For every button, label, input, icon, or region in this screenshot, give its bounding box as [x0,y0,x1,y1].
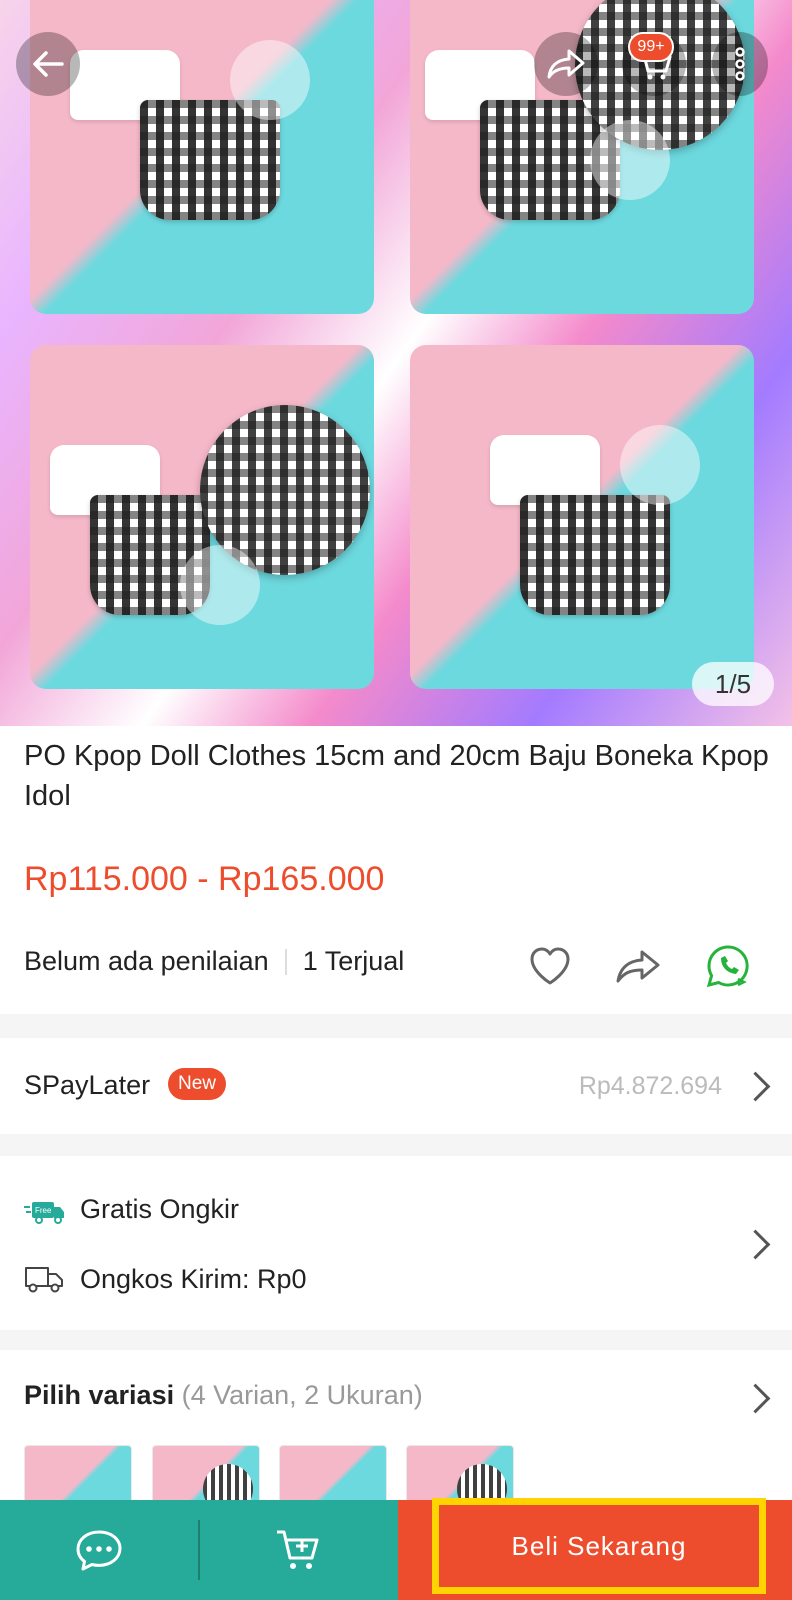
variation-detail: (4 Varian, 2 Ukuran) [181,1380,423,1410]
paylater-limit: Rp4.872.694 [578,1072,722,1100]
whatsapp-icon[interactable] [704,942,752,990]
back-button[interactable] [16,32,80,96]
sold-count: 1 Terjual [302,946,405,976]
free-shipping-icon: Free [24,1202,64,1224]
share-icon [547,49,585,79]
product-title: PO Kpop Doll Clothes 15cm and 20cm Baju … [24,740,769,812]
chevron-right-icon [740,1383,771,1414]
chat-button[interactable] [0,1500,198,1600]
chevron-right-icon [740,1229,771,1260]
divider [198,1520,200,1580]
chat-icon [76,1530,122,1571]
more-button[interactable] [712,32,768,96]
chevron-right-icon [740,1071,771,1102]
add-to-cart-button[interactable] [198,1500,398,1600]
image-counter: 1/5 [692,662,774,706]
share-icon[interactable] [614,942,662,990]
buy-now-button[interactable]: Beli Sekarang [432,1498,766,1594]
product-image-tile [410,345,754,689]
shipping-cost-label: Ongkos Kirim: Rp0 [80,1264,307,1294]
free-badge-text: Free [35,1206,52,1215]
back-arrow-icon [33,51,64,77]
product-price: Rp115.000 - Rp165.000 [24,860,385,898]
variant-thumbnail[interactable] [279,1445,387,1500]
truck-icon [25,1267,63,1293]
rating-text: Belum ada penilaian [24,946,269,976]
cart-count-badge: 99+ [628,32,674,62]
variation-title: Pilih variasi [24,1380,175,1410]
add-to-cart-icon [277,1530,319,1569]
variant-thumbnail[interactable] [152,1445,260,1500]
variation-row[interactable]: Pilih variasi (4 Varian, 2 Ukuran) [0,1350,792,1500]
product-info-section: PO Kpop Doll Clothes 15cm and 20cm Baju … [0,726,792,1014]
free-shipping-label: Gratis Ongkir [80,1194,240,1224]
paylater-label: SPayLater [24,1070,151,1100]
rating-row: Belum ada penilaian 1 Terjual [24,946,404,977]
product-image-tile [30,0,374,314]
heart-icon[interactable] [526,942,574,990]
shipping-row[interactable]: Free Gratis Ongkir Ongkos Kirim: Rp0 [0,1156,792,1330]
variant-thumbnail[interactable] [406,1445,514,1500]
more-vertical-icon [735,47,745,81]
variant-thumbnail[interactable] [24,1445,132,1500]
share-button[interactable] [534,32,598,96]
paylater-row[interactable]: SPayLater New Rp4.872.694 [0,1038,792,1134]
product-image-tile [30,345,374,689]
new-tag: New [168,1068,227,1100]
variation-label: Pilih variasi (4 Varian, 2 Ukuran) [24,1380,423,1411]
divider [284,948,287,975]
product-image-carousel[interactable]: 99+ 1/5 [0,0,792,726]
